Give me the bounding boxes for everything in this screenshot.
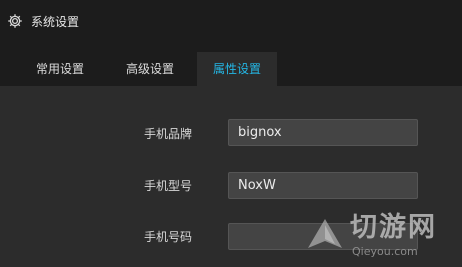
- watermark-domain: Qieyou.com: [352, 245, 418, 258]
- tab-property-settings[interactable]: 属性设置: [197, 52, 277, 86]
- tab-advanced-settings[interactable]: 高级设置: [108, 52, 192, 86]
- title-bar: 系统设置: [0, 0, 462, 44]
- tab-bar: 常用设置 高级设置 属性设置: [0, 44, 462, 86]
- phone-model-field[interactable]: [228, 172, 418, 199]
- site-watermark: 切游网 Qieyou.com: [304, 210, 460, 264]
- watermark-logo-icon: [308, 219, 342, 248]
- gear-icon: [8, 14, 22, 28]
- tab-common-settings[interactable]: 常用设置: [16, 52, 104, 86]
- watermark-brand: 切游网: [350, 212, 437, 243]
- phone-model-label: 手机型号: [143, 179, 192, 193]
- phone-number-label: 手机号码: [143, 230, 192, 244]
- window-title: 系统设置: [31, 15, 80, 29]
- phone-brand-field[interactable]: [228, 119, 418, 146]
- phone-brand-label: 手机品牌: [143, 127, 192, 141]
